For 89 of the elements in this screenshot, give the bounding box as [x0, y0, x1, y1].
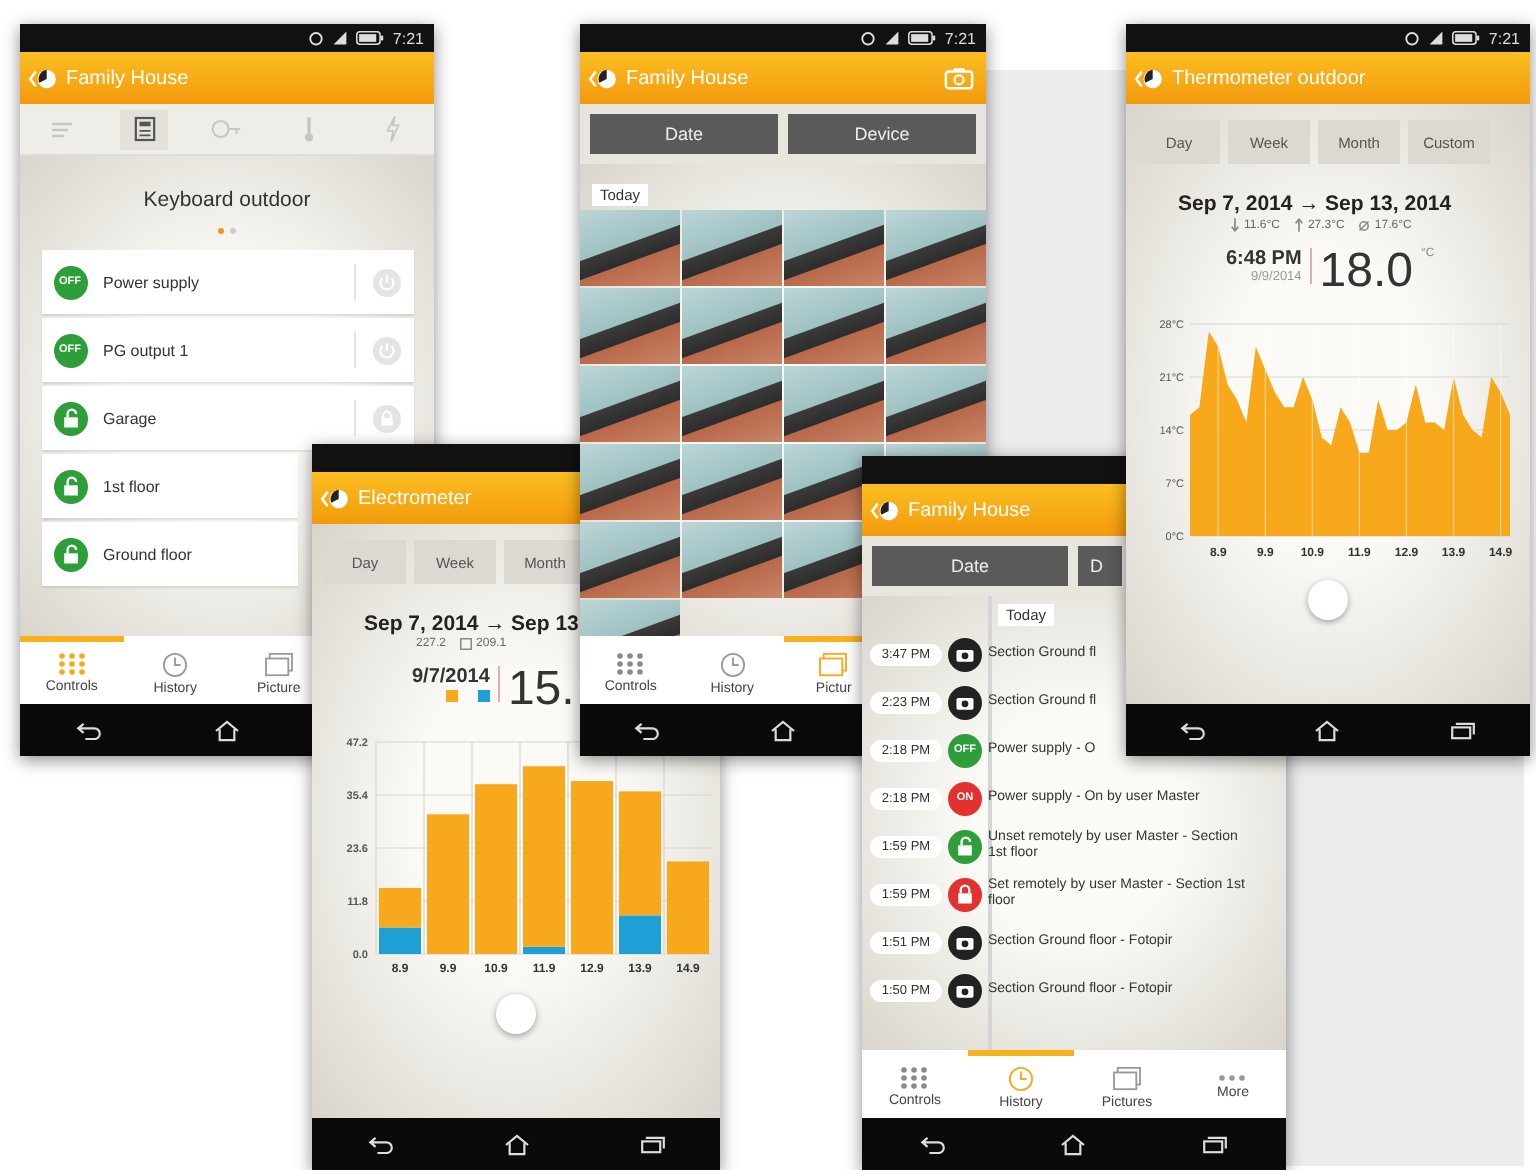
up-arrow-icon: [1293, 218, 1304, 232]
back-icon[interactable]: [367, 1135, 393, 1153]
thermometer-icon: [304, 114, 315, 144]
control-row[interactable]: 1st floor: [41, 454, 297, 518]
control-label: Garage: [103, 409, 159, 427]
status-time: 7:21: [944, 29, 976, 47]
date-range: Sep 7, 2014 → Sep 13, 2014: [1176, 192, 1452, 216]
filter-button[interactable]: Date: [872, 546, 1068, 586]
back-icon[interactable]: [634, 721, 661, 739]
filter-button[interactable]: D: [1078, 546, 1122, 586]
recents-icon[interactable]: [639, 1135, 665, 1153]
control-row[interactable]: Ground floor: [41, 522, 297, 586]
bar: [667, 861, 709, 954]
back-logo-icon[interactable]: [870, 499, 900, 521]
signal-icon: [332, 30, 349, 46]
date-range: Sep 7, 2014 → Sep 13: [362, 612, 579, 636]
page-title: Keyboard outdoor: [143, 188, 311, 212]
slider-handle[interactable]: [1308, 580, 1348, 620]
grid-icon: [57, 652, 86, 676]
home-icon[interactable]: [214, 719, 240, 741]
unlocked-icon: [53, 537, 87, 571]
locked-icon: [948, 877, 982, 911]
app-title: Electrometer: [358, 487, 474, 509]
slider-handle[interactable]: [496, 994, 536, 1034]
recents-icon[interactable]: [1202, 1135, 1229, 1153]
grid-icon: [900, 1066, 929, 1090]
unlocked-icon: [53, 469, 87, 503]
status-time: 7:21: [392, 29, 424, 47]
clock-icon: [719, 651, 746, 677]
unlocked-icon: [53, 401, 87, 435]
back-logo-icon[interactable]: [320, 487, 350, 509]
pictures-icon: [1111, 1065, 1142, 1091]
down-arrow-icon: [1230, 218, 1240, 232]
filter-button[interactable]: Device: [788, 114, 976, 154]
alarm-icon: [1404, 30, 1421, 46]
home-icon[interactable]: [769, 719, 796, 741]
category-tab[interactable]: [120, 109, 169, 149]
battery-icon: [1452, 30, 1481, 46]
app-title: Family House: [908, 499, 1033, 521]
reading-value: 15.: [507, 666, 575, 714]
battery-icon: [356, 30, 385, 46]
reading-date: 9/7/2014: [412, 666, 490, 688]
recents-icon[interactable]: [1449, 721, 1476, 739]
camera-icon: [948, 685, 982, 719]
home-icon[interactable]: [1060, 1133, 1087, 1155]
app-title: Family House: [626, 67, 751, 89]
average-icon: [1358, 219, 1371, 231]
key-icon: [210, 118, 243, 140]
tariff-chip: [445, 690, 458, 702]
control-label: PG output 1: [103, 341, 191, 359]
keypad-icon: [133, 116, 156, 142]
back-icon[interactable]: [1180, 721, 1207, 739]
reading-value: 18.0: [1319, 248, 1414, 296]
signal-icon: [884, 30, 901, 46]
pictures-icon: [818, 651, 849, 677]
bar: [427, 814, 469, 954]
pictures-icon: [263, 651, 294, 677]
control-label: 1st floor: [103, 477, 162, 495]
control-label: Power supply: [103, 273, 202, 291]
back-logo-icon[interactable]: [28, 67, 58, 89]
home-icon[interactable]: [503, 1133, 529, 1155]
unlocked-icon: [948, 829, 982, 863]
filter-button[interactable]: Date: [590, 114, 778, 154]
reading-time: 6:48 PM: [1226, 248, 1302, 270]
alarm-icon: [308, 30, 325, 46]
alarm-icon: [860, 30, 877, 46]
status-time: 7:21: [1488, 29, 1520, 47]
tariff-chip: [477, 690, 490, 702]
back-logo-icon[interactable]: [1134, 67, 1164, 89]
camera-icon: [948, 925, 982, 959]
home-icon[interactable]: [1314, 719, 1341, 741]
back-icon[interactable]: [919, 1135, 946, 1153]
battery-icon: [908, 30, 937, 46]
square-icon: [460, 638, 473, 650]
camera-icon: [948, 637, 982, 671]
list-icon: [49, 117, 74, 141]
grid-icon: [616, 652, 645, 676]
bolt-icon: [383, 114, 402, 144]
back-icon[interactable]: [76, 721, 102, 739]
back-logo-icon[interactable]: [588, 67, 618, 89]
clock-icon: [1008, 1065, 1034, 1091]
signal-icon: [1428, 30, 1445, 46]
control-row[interactable]: Garage: [41, 386, 413, 450]
more-icon: [1218, 1074, 1247, 1082]
app-title: Thermometer outdoor: [1172, 67, 1368, 89]
clock-icon: [162, 651, 189, 677]
app-title: Family House: [66, 67, 191, 89]
camera-icon: [948, 973, 982, 1007]
control-label: Ground floor: [103, 545, 194, 563]
